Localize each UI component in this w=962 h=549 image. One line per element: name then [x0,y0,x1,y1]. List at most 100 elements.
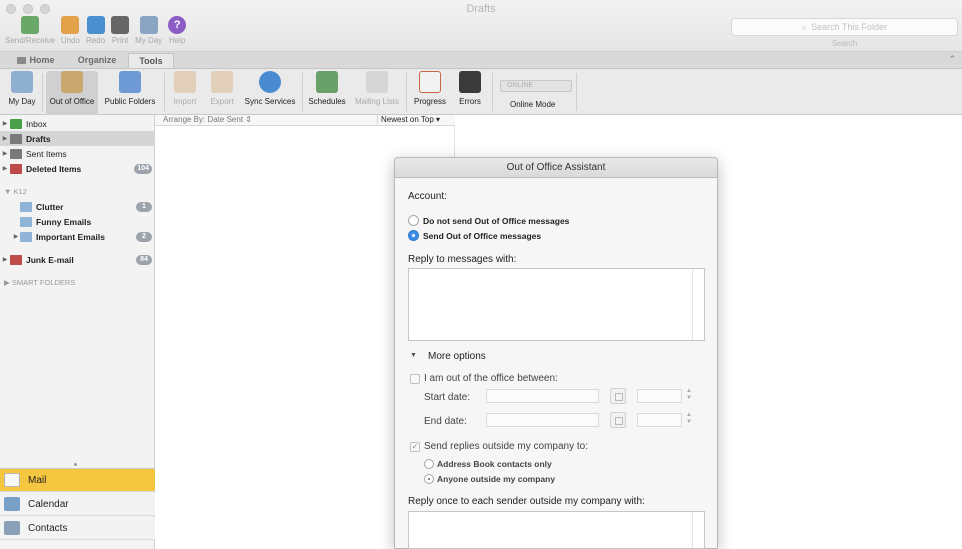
disclosure-icon[interactable]: ▶ [12,233,20,240]
folder-deleted-items[interactable]: ▶ Deleted Items 104 [0,161,155,176]
progress-button[interactable]: Progress [412,71,448,106]
disclosure-icon[interactable]: ▶ [0,150,10,157]
schedules-button[interactable]: Schedules [306,71,348,106]
ribbon-separator [576,73,577,111]
textarea-scrollbar[interactable] [692,512,704,548]
end-time-field[interactable] [637,413,682,427]
my-day-button[interactable]: My Day [6,71,38,106]
account-label: Account: [408,191,447,202]
folder-inbox[interactable]: ▶ Inbox [0,116,155,131]
calendar-icon[interactable] [610,388,626,404]
disclosure-icon[interactable]: ▶ [0,256,10,263]
send-ooo-radio[interactable] [408,230,419,241]
sort-order-menu[interactable]: Newest on Top ▾ [377,115,453,124]
tab-organize[interactable]: Organize [70,53,124,68]
sidebar-resize-handle[interactable] [74,463,77,466]
mailing-lists-button[interactable]: Mailing Lists [352,71,402,106]
reply-label: Reply to messages with: [408,254,517,265]
ribbon-separator [42,73,43,111]
disclosure-icon[interactable]: ▶ [0,135,10,142]
nav-mail[interactable]: Mail [0,469,155,492]
out-between-checkbox[interactable] [410,374,420,384]
dialog-body: Account: Do not send Out of Office messa… [395,178,717,549]
home-icon [17,57,27,64]
folder-clutter[interactable]: Clutter 1 [0,199,155,214]
my-day-quick-button[interactable]: My Day [132,16,165,45]
folder-junk-email[interactable]: ▶ Junk E-mail 84 [0,252,155,267]
arrange-bar: Arrange By: Date Sent ⇕ Newest on Top ▾ [155,115,455,126]
disclosure-icon: ▼ [4,187,14,196]
end-time-stepper[interactable]: ▲ ▼ [685,412,693,428]
disclosure-icon: ▶ [4,278,12,287]
arrange-by-menu[interactable]: Arrange By: Date Sent ⇕ [163,115,252,124]
print-button[interactable]: Print [108,16,132,45]
reply-message-textarea[interactable] [408,268,705,341]
folder-sent-items[interactable]: ▶ Sent Items [0,146,155,161]
account-section-k12[interactable]: ▼ K12 [4,187,27,196]
mailing-lists-icon [366,71,388,93]
nav-contacts[interactable]: Contacts [0,517,155,540]
ribbon-separator [164,73,165,111]
calendar-icon[interactable] [610,412,626,428]
anyone-outside-label[interactable]: Anyone outside my company [437,474,555,484]
folder-important-emails[interactable]: ▶ Important Emails 2 [0,229,155,244]
search-icon: ⌕ [802,21,808,32]
redo-button[interactable]: Redo [83,16,108,45]
folder-icon [20,216,32,227]
folder-funny-emails[interactable]: Funny Emails [0,214,155,229]
export-button[interactable]: Export [207,71,237,106]
unread-count-badge: 1 [136,201,152,212]
more-options-label[interactable]: More options [428,351,486,362]
unread-count-badge: 104 [134,163,152,174]
dialog-title: Out of Office Assistant [395,158,717,178]
folder-icon [20,201,32,212]
folder-icon [20,231,32,242]
out-of-office-icon [61,71,83,93]
errors-button[interactable]: Errors [454,71,486,106]
address-book-radio[interactable] [424,459,434,469]
unread-count-badge: 2 [136,231,152,242]
nav-calendar[interactable]: Calendar [0,493,155,516]
send-outside-checkbox[interactable]: ✓ [410,442,420,452]
send-receive-button[interactable]: Send/Receive [2,16,58,45]
start-time-field[interactable] [637,389,682,403]
textarea-scrollbar[interactable] [692,269,704,340]
out-of-office-button[interactable]: Out of Office [46,71,98,115]
search-placeholder: Search This Folder [811,22,887,32]
do-not-send-radio[interactable] [408,215,419,226]
outside-reply-textarea[interactable] [408,511,705,549]
anyone-outside-radio[interactable] [424,474,434,484]
send-ooo-label[interactable]: Send Out of Office messages [423,231,541,241]
end-date-field[interactable] [486,413,599,427]
collapse-ribbon-icon[interactable]: ⌃ [948,54,956,65]
import-button[interactable]: Import [170,71,200,106]
tab-tools[interactable]: Tools [128,53,174,68]
online-mode-label: Online Mode [510,100,556,109]
calendar-icon [4,497,20,511]
undo-button[interactable]: Undo [58,16,83,45]
sync-services-icon [259,71,281,93]
reply-once-label: Reply once to each sender outside my com… [408,496,645,507]
ribbon-separator [406,73,407,111]
do-not-send-label[interactable]: Do not send Out of Office messages [423,216,569,226]
address-book-label[interactable]: Address Book contacts only [437,459,552,469]
unread-count-badge: 84 [136,254,152,265]
start-time-stepper[interactable]: ▲ ▼ [685,388,693,404]
disclosure-icon[interactable]: ▶ [0,165,10,172]
undo-icon [61,16,80,34]
help-icon: ? [168,16,187,34]
deleted-items-icon [10,163,22,174]
tab-home[interactable]: Home [8,53,64,68]
public-folders-button[interactable]: Public Folders [102,71,158,106]
help-button[interactable]: ? Help [165,16,189,45]
search-input[interactable]: ⌕ Search This Folder [731,18,958,36]
start-date-field[interactable] [486,389,599,403]
schedules-icon [316,71,338,93]
sync-services-button[interactable]: Sync Services [242,71,298,106]
disclosure-icon[interactable]: ▶ [0,120,10,127]
smart-folders-section[interactable]: ▶ SMART FOLDERS [4,278,75,287]
online-mode-toggle[interactable]: ONLINE [500,80,572,92]
folder-drafts[interactable]: ▶ Drafts [0,131,155,146]
out-of-office-dialog: Out of Office Assistant Account: Do not … [394,157,718,549]
more-options-disclosure-icon[interactable]: ▼ [410,352,417,359]
